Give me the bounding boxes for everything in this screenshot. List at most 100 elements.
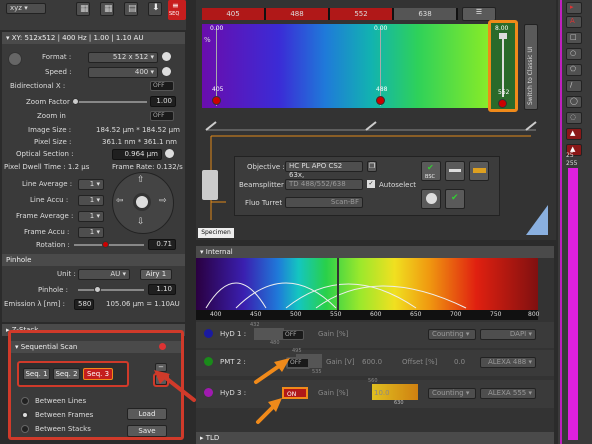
pan-center-button[interactable]: [133, 193, 151, 211]
sequential-scan-header[interactable]: ▾ Sequential Scan: [11, 341, 181, 353]
pan-joystick[interactable]: ⇧ ⇩ ⇦ ⇨: [112, 172, 174, 234]
laser-tab-405[interactable]: 405: [202, 8, 264, 20]
protect-button[interactable]: ✔: [445, 189, 465, 209]
hyd3-mode-select[interactable]: Counting ▾: [428, 388, 476, 399]
xy-panel-header[interactable]: ▾ XY: 512x512 | 400 Hz | 1.00 | 1.10 AU: [2, 32, 185, 44]
ruler-button[interactable]: [469, 161, 489, 181]
tld-header[interactable]: ▸ TLD: [196, 432, 554, 444]
zoom-factor-field[interactable]: 1.00: [150, 96, 176, 107]
hyd3-toggle[interactable]: ON: [282, 387, 308, 399]
rotation-knob[interactable]: [102, 241, 109, 248]
hyd1-toggle[interactable]: OFF: [282, 330, 304, 340]
pinhole-slider[interactable]: [78, 289, 144, 291]
rotation-slider[interactable]: [74, 244, 144, 246]
beamsplitter-select[interactable]: TD 488/552/638: [285, 179, 363, 190]
laser-list-button[interactable]: ☰: [462, 7, 496, 21]
optical-section-settings-icon[interactable]: [165, 149, 174, 158]
filter-icon: [449, 169, 461, 172]
frame-average-select[interactable]: 1 ▾: [78, 211, 104, 222]
tool-button-6[interactable]: ∕: [566, 80, 582, 92]
bsc-button[interactable]: ✔ BSC: [421, 161, 441, 181]
laser-552-value: 8.00: [495, 25, 509, 32]
pinhole-field[interactable]: 1.10: [148, 284, 176, 295]
bidirectional-toggle[interactable]: OFF: [150, 81, 174, 91]
objective-info-button[interactable]: ❐: [367, 161, 377, 172]
laser-552-handle[interactable]: [499, 33, 507, 39]
frame-accu-select[interactable]: 1 ▾: [78, 227, 104, 238]
laser-405-knob[interactable]: [212, 96, 221, 105]
scan-mode-select[interactable]: xyz ▾: [6, 3, 46, 14]
stack-icon: ▤: [128, 4, 137, 14]
tool-button-3[interactable]: □: [566, 32, 582, 44]
tool-button-8[interactable]: ◌: [566, 112, 582, 124]
arrow-left-icon[interactable]: ⇦: [116, 196, 124, 206]
zoom-in-state: OFF: [153, 112, 165, 119]
load-label: Load: [138, 410, 156, 418]
between-lines-radio[interactable]: [21, 397, 29, 405]
laser-tab-638[interactable]: 638: [394, 8, 456, 20]
line-accu-select[interactable]: 1 ▾: [78, 195, 104, 206]
stack-button[interactable]: ▤: [124, 2, 138, 16]
switch-classic-ui-button[interactable]: Switch to Classic UI: [524, 24, 538, 110]
between-stacks-radio[interactable]: [21, 425, 29, 433]
laser-488-track[interactable]: [380, 28, 381, 106]
zoom-in-toggle[interactable]: OFF: [150, 111, 174, 121]
laser-488-knob[interactable]: [376, 96, 385, 105]
tool-button-4[interactable]: ○: [566, 48, 582, 60]
pmt2-dye-select[interactable]: ALEXA 488 ▾: [480, 357, 536, 368]
tool-button-2[interactable]: A: [566, 16, 582, 28]
save-button[interactable]: Save: [127, 425, 167, 437]
zoom-factor-slider[interactable]: [72, 101, 147, 103]
rotation-field[interactable]: 0.71: [148, 239, 176, 250]
pinhole-header[interactable]: Pinhole: [2, 254, 185, 266]
tool-button-5[interactable]: ⬠: [566, 64, 582, 76]
fluo-turret-select[interactable]: Scan-BF: [285, 197, 363, 208]
speed-select[interactable]: 400 ▾: [88, 67, 158, 78]
line-average-select[interactable]: 1 ▾: [78, 179, 104, 190]
seq2-button[interactable]: Seq. 2: [53, 368, 80, 380]
frame-rate-label: Frame Rate: 0.132/s: [112, 163, 183, 171]
sequential-toolbar-button[interactable]: ≡ SEQ: [168, 0, 186, 20]
hyd1-mode-select[interactable]: Counting ▾: [428, 329, 476, 340]
export-button[interactable]: ⬇: [148, 2, 162, 16]
percent-label: %: [204, 36, 211, 44]
speed-settings-icon[interactable]: [162, 67, 171, 76]
format-select[interactable]: 512 x 512 ▾: [88, 52, 158, 63]
hyd1-range-window[interactable]: [254, 328, 284, 340]
laser-tab-488[interactable]: 488: [266, 8, 328, 20]
laser-552-track[interactable]: [502, 35, 504, 97]
detector-row-hyd1: HyD 1 : 432 480 OFF Gain [%] Counting ▾ …: [196, 322, 554, 348]
circle-icon: ○: [570, 49, 577, 57]
internal-header[interactable]: ▾ Internal: [196, 246, 554, 258]
between-frames-radio[interactable]: [21, 411, 29, 419]
laser-552-knob[interactable]: [498, 99, 507, 108]
autoselect-checkbox[interactable]: ✓: [367, 180, 375, 188]
arrow-down-icon[interactable]: ⇩: [137, 217, 145, 227]
laser-488-value: 0.00: [374, 25, 388, 32]
turret-button[interactable]: [421, 189, 441, 209]
tile-view-button[interactable]: ▦: [100, 2, 114, 16]
tool-button-7[interactable]: ◯: [566, 96, 582, 108]
grid-view-button[interactable]: ▦: [76, 2, 90, 16]
tool-button-1[interactable]: ▸: [566, 2, 582, 14]
laser-tab-552[interactable]: 552: [330, 8, 392, 20]
format-settings-icon[interactable]: [162, 52, 171, 61]
tick-500: 500: [290, 311, 302, 318]
hyd1-dye-select[interactable]: DAPI ▾: [480, 329, 536, 340]
filter-button[interactable]: [445, 161, 465, 181]
unit-select[interactable]: AU ▾: [78, 269, 130, 280]
emission-field[interactable]: 580: [74, 299, 94, 310]
laser-405-track[interactable]: [216, 28, 217, 106]
objective-select[interactable]: HC PL APO CS2 63x,: [285, 161, 363, 179]
seq3-button[interactable]: Seq. 3: [83, 368, 113, 380]
lut-color-bar[interactable]: [568, 168, 578, 440]
hyd3-dye-select[interactable]: ALEXA 555 ▾: [480, 388, 536, 399]
pinhole-knob[interactable]: [94, 286, 101, 293]
arrow-up-icon[interactable]: ⇧: [137, 175, 145, 185]
arrow-right-icon[interactable]: ⇨: [159, 196, 167, 206]
load-button[interactable]: Load: [127, 408, 167, 420]
airy-button[interactable]: Airy 1: [140, 269, 172, 280]
seq1-button[interactable]: Seq. 1: [23, 368, 50, 380]
zoom-factor-knob[interactable]: [72, 98, 79, 105]
histogram-button-1[interactable]: ▲: [566, 128, 582, 140]
